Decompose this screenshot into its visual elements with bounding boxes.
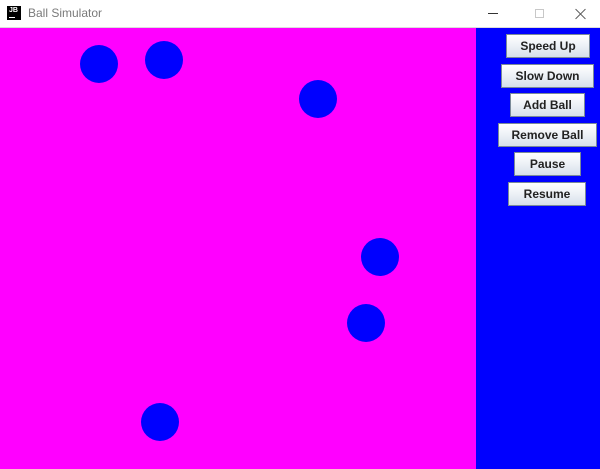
ball bbox=[361, 238, 399, 276]
speed-up-button[interactable]: Speed Up bbox=[506, 34, 590, 58]
ball bbox=[80, 45, 118, 83]
pause-button[interactable]: Pause bbox=[514, 152, 581, 176]
window-title: Ball Simulator bbox=[28, 6, 103, 20]
ball bbox=[141, 403, 179, 441]
slow-down-button[interactable]: Slow Down bbox=[501, 64, 594, 88]
control-panel: Speed Up Slow Down Add Ball Remove Ball … bbox=[476, 28, 600, 469]
add-ball-button[interactable]: Add Ball bbox=[510, 93, 585, 117]
ball bbox=[347, 304, 385, 342]
minimize-icon bbox=[488, 13, 498, 14]
app-logo-text: JB bbox=[9, 7, 18, 14]
ball bbox=[145, 41, 183, 79]
simulation-canvas bbox=[0, 28, 476, 469]
app-logo-icon: JB bbox=[7, 6, 21, 20]
title-bar[interactable]: JB Ball Simulator bbox=[0, 0, 600, 28]
maximize-button[interactable] bbox=[516, 0, 562, 27]
close-button[interactable] bbox=[558, 0, 600, 27]
close-icon bbox=[575, 8, 587, 20]
app-window: JB Ball Simulator Speed Up Slow Down Add… bbox=[0, 0, 600, 469]
resume-button[interactable]: Resume bbox=[508, 182, 586, 206]
maximize-icon bbox=[534, 9, 544, 18]
ball bbox=[299, 80, 337, 118]
remove-ball-button[interactable]: Remove Ball bbox=[498, 123, 597, 147]
minimize-button[interactable] bbox=[470, 0, 516, 27]
